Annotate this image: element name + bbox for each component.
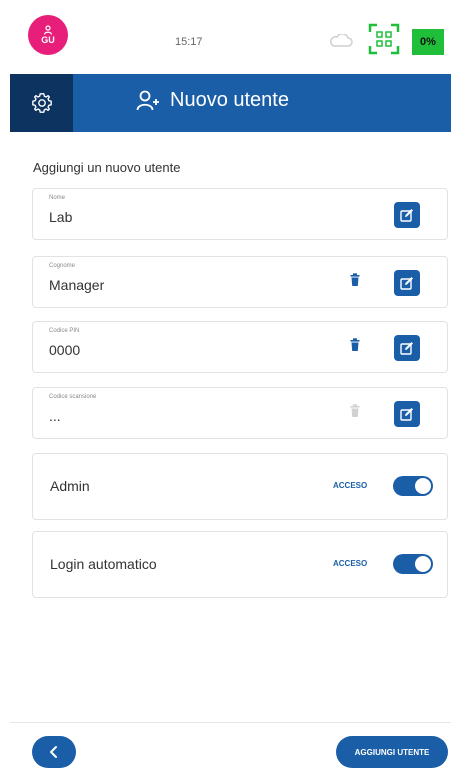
toggle-row-login-automatico: Login automatico ACCESO [32,531,448,598]
toggle-knob [415,556,431,572]
toggle-state: ACCESO [333,559,368,568]
footer-bar: AGGIUNGI UTENTE [10,722,451,782]
status-bar: GU 15:17 0% [10,0,451,74]
toggle-knob [415,478,431,494]
field-label: Codice PIN [49,328,80,334]
avatar-initials: GU [41,35,55,45]
field-value: Lab [49,209,73,225]
field-value: 0000 [49,342,81,358]
person-icon [43,25,53,35]
gear-icon [31,93,52,113]
edit-icon [400,408,413,421]
add-user-icon [136,90,159,110]
field-label: Cognome [49,263,76,269]
field-label: Codice scansione [49,394,97,400]
edit-icon [400,209,413,222]
section-title: Aggiungi un nuovo utente [33,160,181,175]
field-codice-pin: Codice PIN 0000 [32,321,448,373]
trash-icon[interactable] [350,338,360,352]
cloud-icon [330,34,353,47]
app-frame: GU 15:17 0% Nuovo utente Aggiungi un nuo… [10,0,451,782]
field-nome: Nome Lab [32,188,448,240]
toggle-state: ACCESO [333,481,368,490]
edit-cognome-button[interactable] [394,270,420,296]
field-codice-scansione: Codice scansione ... [32,387,448,439]
field-value: ... [49,408,61,424]
trash-icon[interactable] [350,273,360,287]
login-automatico-toggle[interactable] [393,554,433,574]
battery-indicator: 0% [412,29,444,55]
field-label: Nome [49,195,66,201]
add-user-button[interactable]: AGGIUNGI UTENTE [336,736,448,768]
back-button[interactable] [32,736,76,768]
field-cognome: Cognome Manager [32,256,448,308]
page-title: Nuovo utente [136,89,289,112]
settings-button[interactable] [10,74,73,132]
edit-scansione-button[interactable] [394,401,420,427]
chevron-left-icon [50,746,57,758]
field-value: Manager [49,277,105,293]
qr-scan-icon[interactable] [368,23,400,55]
edit-pin-button[interactable] [394,335,420,361]
page-title-text: Nuovo utente [170,89,289,111]
edit-icon [400,277,413,290]
toggle-row-admin: Admin ACCESO [32,453,448,520]
user-avatar[interactable]: GU [28,15,68,55]
toggle-label: Admin [50,478,90,494]
trash-icon-disabled [350,404,360,417]
clock-time: 15:17 [175,36,203,48]
edit-nome-button[interactable] [394,202,420,228]
toggle-label: Login automatico [50,556,157,572]
admin-toggle[interactable] [393,476,433,496]
edit-icon [400,342,413,355]
app-header: Nuovo utente [10,74,451,132]
